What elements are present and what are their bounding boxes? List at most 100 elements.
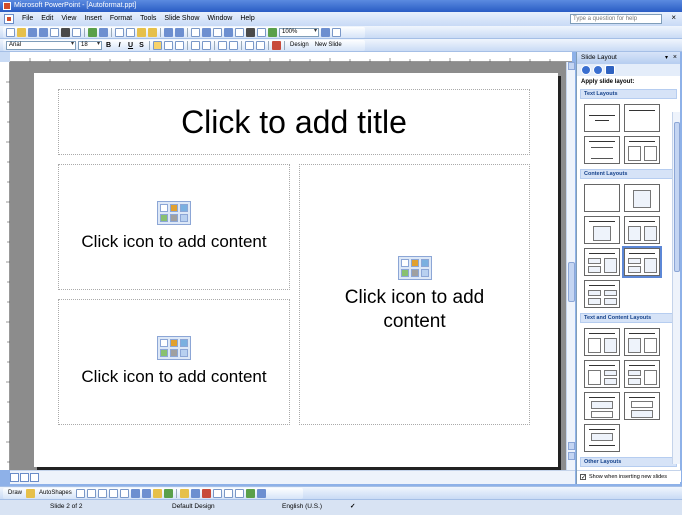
spelling-icon[interactable]	[88, 28, 97, 37]
layout-title-content-and-two-content[interactable]	[584, 248, 620, 276]
shadow-style-icon[interactable]	[245, 489, 255, 498]
insert-picture-icon[interactable]	[160, 349, 168, 357]
insert-content-icons[interactable]	[157, 336, 191, 360]
draw-menu-button[interactable]: Draw	[6, 489, 24, 498]
layout-title-and-four-content[interactable]	[584, 280, 620, 308]
decrease-font-size-icon[interactable]	[229, 41, 238, 50]
content-placeholder-bottom-left[interactable]: Click icon to add content	[58, 299, 290, 425]
close-document-icon[interactable]: ×	[671, 13, 676, 23]
layout-title-text-and-two-content[interactable]	[584, 360, 620, 388]
shadow-button[interactable]: S	[137, 41, 146, 50]
show-formatting-icon[interactable]	[246, 28, 255, 37]
clip-art-icon[interactable]	[152, 489, 162, 498]
forward-icon[interactable]	[593, 65, 603, 75]
vertical-scrollbar[interactable]	[566, 62, 575, 470]
3d-style-icon[interactable]	[256, 489, 266, 498]
print-icon[interactable]	[61, 28, 70, 37]
layout-title-two-content-and-content-selected[interactable]	[622, 246, 662, 278]
align-center-icon[interactable]	[164, 41, 173, 50]
picture-icon[interactable]	[163, 489, 173, 498]
normal-view-icon[interactable]	[10, 473, 19, 482]
decrease-indent-icon[interactable]	[245, 41, 254, 50]
menu-edit[interactable]: Edit	[37, 12, 57, 26]
email-icon[interactable]	[50, 28, 59, 37]
underline-button[interactable]: U	[126, 41, 135, 50]
cut-icon[interactable]	[115, 28, 124, 37]
research-icon[interactable]	[99, 28, 108, 37]
insert-chart-icon[interactable]	[170, 204, 178, 212]
increase-indent-icon[interactable]	[256, 41, 265, 50]
document-icon[interactable]	[4, 14, 14, 24]
layout-title-and-content-over-text[interactable]	[584, 424, 620, 452]
insert-clip-art-icon[interactable]	[180, 339, 188, 347]
menu-format[interactable]: Format	[106, 12, 136, 26]
insert-media-icon[interactable]	[180, 214, 188, 222]
insert-chart-icon[interactable]	[410, 258, 419, 267]
fill-color-icon[interactable]	[179, 489, 189, 498]
oval-icon[interactable]	[108, 489, 118, 498]
layout-title-only[interactable]	[624, 104, 660, 132]
next-slide-icon[interactable]	[568, 452, 575, 460]
arrow-style-icon[interactable]	[234, 489, 244, 498]
layout-title-slide[interactable]	[584, 104, 620, 132]
layout-title-and-content[interactable]	[584, 216, 620, 244]
bold-button[interactable]: B	[104, 41, 113, 50]
print-preview-icon[interactable]	[72, 28, 81, 37]
insert-clip-art-icon[interactable]	[420, 258, 429, 267]
bullets-icon[interactable]	[202, 41, 211, 50]
insert-clip-art-icon[interactable]	[180, 204, 188, 212]
paste-icon[interactable]	[137, 28, 146, 37]
format-painter-icon[interactable]	[148, 28, 157, 37]
numbering-icon[interactable]	[191, 41, 200, 50]
scroll-thumb[interactable]	[568, 262, 575, 302]
layout-title-text-over-content[interactable]	[624, 392, 660, 420]
spelling-status-icon[interactable]: ✓	[350, 501, 355, 513]
expand-all-icon[interactable]	[235, 28, 244, 37]
diagram-icon[interactable]	[141, 489, 151, 498]
layout-title-text-and-content[interactable]	[584, 328, 620, 356]
insert-picture-icon[interactable]	[160, 214, 168, 222]
insert-diagram-icon[interactable]	[170, 214, 178, 222]
font-color-icon[interactable]	[272, 41, 281, 50]
new-icon[interactable]	[6, 28, 15, 37]
insert-table-icon[interactable]	[160, 204, 168, 212]
rectangle-icon[interactable]	[97, 489, 107, 498]
insert-chart-icon[interactable]	[191, 28, 200, 37]
menu-tools[interactable]: Tools	[136, 12, 160, 26]
copy-icon[interactable]	[126, 28, 135, 37]
layout-blank[interactable]	[584, 184, 620, 212]
content-placeholder-top-left[interactable]: Click icon to add content	[58, 164, 290, 290]
italic-button[interactable]: I	[115, 41, 124, 50]
text-box-icon[interactable]	[119, 489, 129, 498]
task-pane-scrollbar[interactable]	[672, 112, 680, 464]
align-right-icon[interactable]	[175, 41, 184, 50]
layout-title-two-content-and-text[interactable]	[624, 360, 660, 388]
autoshapes-button[interactable]: AutoShapes	[37, 489, 74, 498]
align-left-icon[interactable]	[153, 41, 162, 50]
insert-content-icons[interactable]	[397, 255, 432, 280]
menu-slide-show[interactable]: Slide Show	[160, 12, 203, 26]
design-button[interactable]: Design	[288, 41, 311, 50]
insert-table-icon[interactable]	[160, 339, 168, 347]
help-search-input[interactable]: Type a question for help	[570, 14, 662, 24]
color-grayscale-icon[interactable]	[268, 28, 277, 37]
menu-file[interactable]: File	[18, 12, 37, 26]
insert-media-icon[interactable]	[180, 349, 188, 357]
undo-icon[interactable]	[164, 28, 173, 37]
insert-media-icon[interactable]	[420, 268, 429, 277]
increase-font-size-icon[interactable]	[218, 41, 227, 50]
layout-title-two-column-text[interactable]	[624, 136, 660, 164]
slide-show-view-icon[interactable]	[30, 473, 39, 482]
insert-table-icon[interactable]	[202, 28, 211, 37]
show-when-inserting-checkbox[interactable]	[580, 472, 586, 484]
layout-title-content-and-text[interactable]	[624, 328, 660, 356]
line-icon[interactable]	[75, 489, 85, 498]
scroll-up-icon[interactable]	[568, 62, 575, 70]
zoom-select[interactable]: 100%	[279, 28, 319, 37]
menu-insert[interactable]: Insert	[80, 12, 106, 26]
font-size-select[interactable]: 18	[78, 41, 102, 50]
tables-borders-icon[interactable]	[213, 28, 222, 37]
layout-title-and-two-content[interactable]	[624, 216, 660, 244]
back-icon[interactable]	[581, 65, 591, 75]
new-slide-button[interactable]: New Slide	[313, 41, 344, 50]
